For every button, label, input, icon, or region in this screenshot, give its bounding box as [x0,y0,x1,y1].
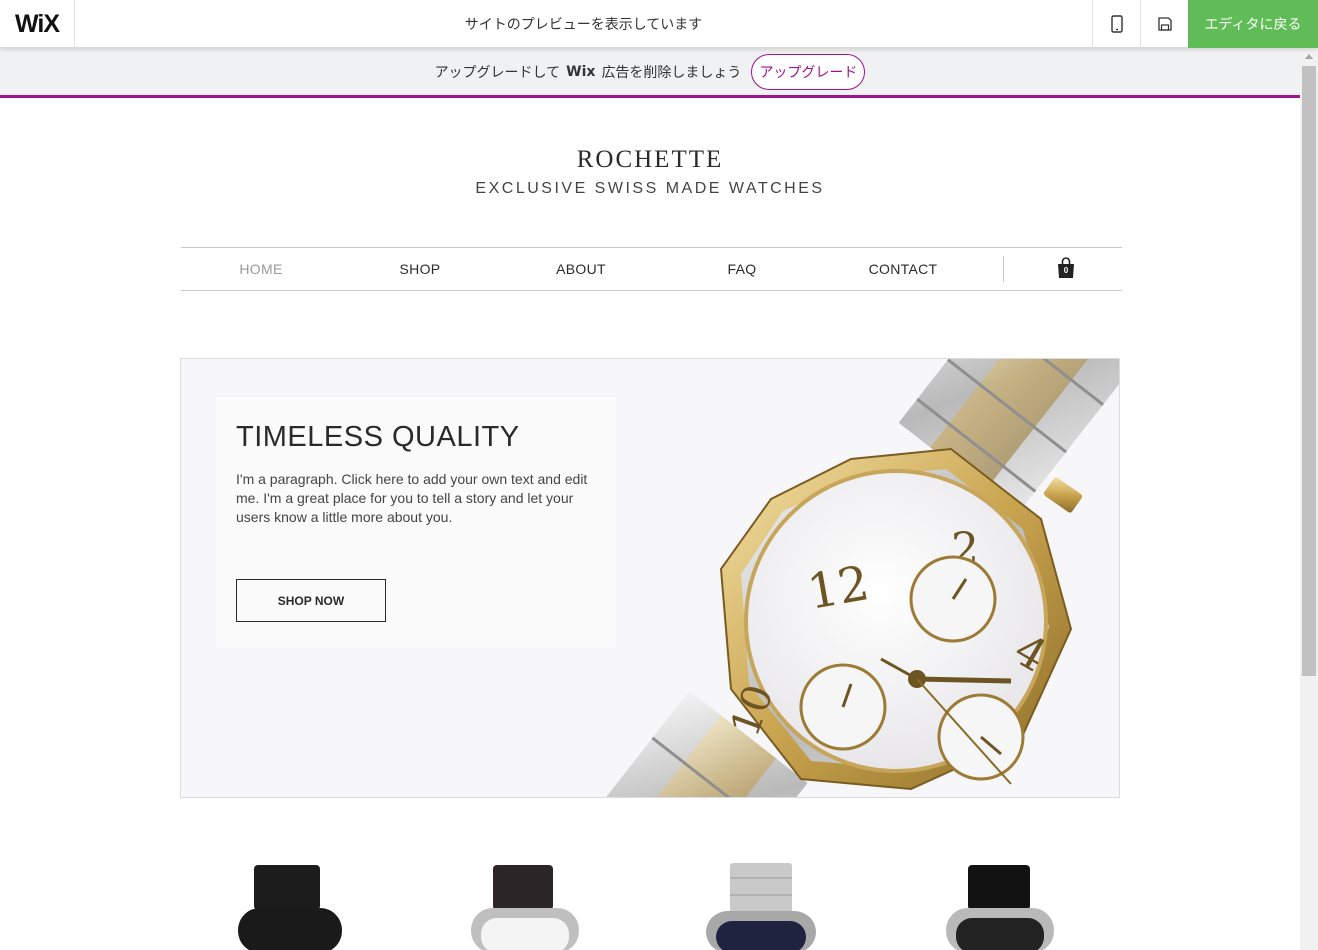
watch-thumbnail-image [706,863,816,950]
hero-title: TIMELESS QUALITY [236,421,520,453]
product-watch-steel-bracelet[interactable] [700,863,820,950]
upgrade-wix-word: Wix [566,63,596,80]
nav-item-shop[interactable]: SHOP [340,248,500,290]
back-to-editor-button[interactable]: エディタに戻る [1188,0,1318,48]
brand-name[interactable]: ROCHETTE [0,146,1300,174]
main-nav: HOME SHOP ABOUT FAQ CONTACT 0 [181,247,1122,291]
shop-now-button[interactable]: SHOP NOW [236,579,386,622]
watch-thumbnail-image [238,865,342,950]
cart-button[interactable]: 0 [1057,257,1077,281]
scroll-up-arrow-icon[interactable] [1305,54,1313,59]
product-watch-black-strap[interactable] [230,863,350,950]
product-watch-brown-leather[interactable] [465,863,585,950]
floppy-disk-icon [1157,17,1172,31]
upgrade-text-after: 広告を削除しましょう [601,64,742,81]
nav-item-about[interactable]: ABOUT [501,248,661,290]
site-preview: ROCHETTE EXCLUSIVE SWISS MADE WATCHES HO… [0,98,1300,950]
nav-divider [1003,256,1004,282]
mobile-phone-icon [1110,15,1123,33]
watch-thumbnail-image [471,865,579,950]
site-header: ROCHETTE EXCLUSIVE SWISS MADE WATCHES [0,146,1300,198]
mobile-view-button[interactable] [1092,0,1140,48]
svg-text:12: 12 [803,555,873,621]
upgrade-text-before: アップグレードして [434,64,561,81]
nav-item-home[interactable]: HOME [181,248,341,290]
upgrade-button[interactable]: アップグレード [751,53,866,90]
scroll-thumb[interactable] [1302,66,1316,676]
product-watch-black-leather[interactable] [940,863,1060,950]
page-scrollbar[interactable] [1300,48,1318,950]
hero-banner: 12 2 4 10 TIMELESS QUALITY I'm a paragra… [180,358,1120,798]
save-button[interactable] [1140,0,1188,48]
upgrade-banner: アップグレードして Wix 広告を削除しましょう アップグレード [0,48,1300,98]
nav-item-contact[interactable]: CONTACT [823,248,983,290]
watch-thumbnail-image [946,865,1054,950]
preview-message: サイトのプレビューを表示しています [464,17,703,33]
wix-logo[interactable]: WiX [0,0,75,48]
cart-count: 0 [1063,266,1069,275]
hero-paragraph: I'm a paragraph. Click here to add your … [236,471,588,525]
brand-tagline: EXCLUSIVE SWISS MADE WATCHES [475,180,825,197]
wix-preview-toolbar: WiX サイトのプレビューを表示しています エディタに戻る [0,0,1318,48]
nav-item-faq[interactable]: FAQ [662,248,822,290]
